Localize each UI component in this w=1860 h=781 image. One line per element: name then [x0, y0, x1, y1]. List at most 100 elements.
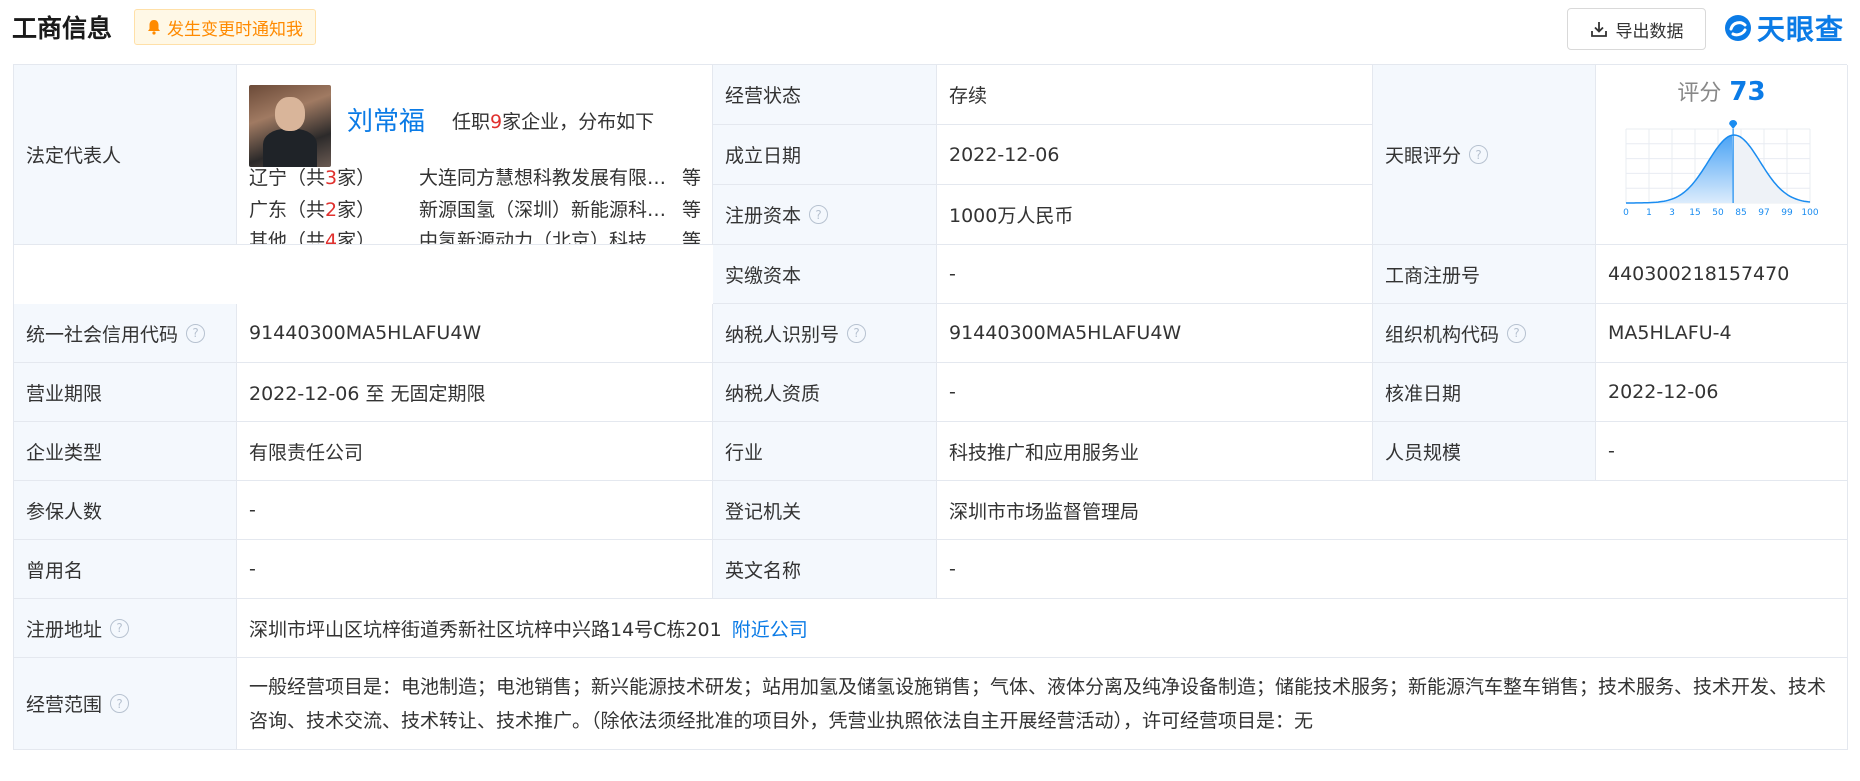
- status-value: 存续: [937, 65, 1373, 125]
- chart-tick-label: 99: [1781, 208, 1793, 218]
- org-code-value: MA5HLAFU-4: [1596, 304, 1848, 363]
- staff-size-value: -: [1596, 422, 1848, 481]
- region-suffix: 家）: [337, 166, 376, 189]
- distribution-row: 广东（共2家） 新源国氢（深圳）新能源科技有限公司 等: [249, 193, 701, 223]
- region-suffix: 家）: [337, 198, 376, 221]
- distribution-row: 辽宁（共3家） 大连同方慧想科教发展有限公司 等: [249, 161, 701, 191]
- insured-value: -: [237, 481, 713, 540]
- distribution-company[interactable]: 大连同方慧想科教发展有限公司: [419, 163, 667, 190]
- former-name-label: 曾用名: [14, 540, 237, 599]
- company-type-value: 有限责任公司: [237, 422, 713, 481]
- founded-value: 2022-12-06: [937, 125, 1373, 185]
- industry-label: 行业: [713, 422, 937, 481]
- address-label-cell: 注册地址 ?: [14, 599, 237, 658]
- legal-rep-cell: 刘常福 任职9家企业，分布如下 辽宁（共3家） 大连同方慧想科教发展有限公司 等…: [237, 65, 713, 245]
- page-header: 工商信息 发生变更时通知我 导出数据 天眼查: [0, 0, 1860, 56]
- nearby-companies-link[interactable]: 附近公司: [732, 615, 808, 642]
- insured-label: 参保人数: [14, 481, 237, 540]
- help-icon[interactable]: ?: [1469, 145, 1489, 164]
- score-cell: 评分 73 0 1 3 15 50 85 97 99 100: [1596, 65, 1848, 245]
- notify-label: 发生变更时通知我: [167, 19, 303, 40]
- credit-code-value: 91440300MA5HLAFU4W: [237, 304, 713, 363]
- region-suffix: 家）: [337, 229, 376, 245]
- export-label: 导出数据: [1615, 21, 1684, 42]
- authority-value: 深圳市市场监督管理局: [937, 481, 1848, 540]
- capital-value: 1000万人民币: [937, 185, 1373, 245]
- reg-no-value: 440300218157470: [1596, 245, 1848, 304]
- legal-rep-name[interactable]: 刘常福: [347, 101, 425, 138]
- tenure-prefix: 任职: [452, 111, 491, 133]
- english-name-value: -: [937, 540, 1848, 599]
- reg-no-label: 工商注册号: [1373, 245, 1596, 304]
- chart-tick-label: 0: [1623, 208, 1629, 218]
- help-icon[interactable]: ?: [809, 205, 829, 224]
- address-label: 注册地址: [26, 618, 103, 641]
- taxpayer-qual-label: 纳税人资质: [713, 363, 937, 422]
- tianyancha-logo: 天眼查: [1723, 8, 1844, 48]
- chart-tick-label: 50: [1712, 208, 1724, 218]
- taxpayer-id-label: 纳税人识别号: [725, 323, 840, 346]
- chart-tick-label: 100: [1801, 208, 1818, 218]
- distribution-company[interactable]: 新源国氢（深圳）新能源科技有限公司: [419, 195, 667, 222]
- scope-label: 经营范围: [26, 694, 103, 716]
- distribution-etc: 等: [681, 229, 701, 245]
- score-caption: 评分: [1677, 81, 1722, 106]
- scope-value: 一般经营项目是：电池制造；电池销售；新兴能源技术研发；站用加氢及储氢设施销售；气…: [237, 658, 1848, 750]
- tenure-count: 9: [490, 111, 503, 133]
- distribution-region: 广东（共2家）: [249, 195, 419, 222]
- export-data-button[interactable]: 导出数据: [1567, 8, 1706, 50]
- chart-tick-label: 3: [1669, 208, 1675, 218]
- distribution-etc: 等: [681, 166, 701, 189]
- notify-button[interactable]: 发生变更时通知我: [134, 9, 316, 45]
- chart-tick-label: 15: [1689, 208, 1700, 218]
- founded-label: 成立日期: [713, 125, 937, 185]
- chart-tick-label: 85: [1735, 208, 1746, 218]
- help-icon[interactable]: ?: [847, 323, 867, 343]
- distribution-region: 辽宁（共3家）: [249, 163, 419, 190]
- taxpayer-id-label-cell: 纳税人识别号 ?: [713, 304, 937, 363]
- status-label: 经营状态: [713, 65, 937, 125]
- credit-code-label-cell: 统一社会信用代码 ?: [14, 304, 237, 363]
- bell-icon: [148, 20, 160, 35]
- region-prefix: 其他（共: [249, 229, 326, 245]
- score-label: 天眼评分: [1385, 145, 1462, 167]
- download-icon: [1590, 22, 1607, 37]
- tenure-summary: 任职9家企业，分布如下: [452, 107, 654, 134]
- avatar[interactable]: [249, 85, 331, 167]
- distribution-region: 其他（共4家）: [249, 226, 419, 245]
- tenure-suffix: 家企业，分布如下: [502, 111, 655, 133]
- score-heading: 评分 73: [1596, 75, 1847, 107]
- chart-tick-label: 97: [1758, 208, 1769, 218]
- term-label: 营业期限: [14, 363, 237, 422]
- address-cell: 深圳市坪山区坑梓街道秀新社区坑梓中兴路14号C栋201 附近公司: [237, 599, 1848, 658]
- region-prefix: 广东（共: [249, 198, 326, 221]
- score-label-cell: 天眼评分 ?: [1373, 65, 1596, 245]
- help-icon[interactable]: ?: [186, 323, 206, 343]
- distribution-row: 其他（共4家） 中氢新源动力（北京）科技有限公司 等: [249, 224, 701, 245]
- term-value: 2022-12-06 至 无固定期限: [237, 363, 713, 422]
- region-count: 2: [325, 198, 338, 221]
- chart-tick-label: 1: [1646, 208, 1652, 218]
- paid-capital-value: -: [937, 245, 1373, 304]
- staff-size-label: 人员规模: [1373, 422, 1596, 481]
- authority-label: 登记机关: [713, 481, 937, 540]
- logo-text: 天眼查: [1757, 13, 1845, 46]
- paid-capital-label: 实缴资本: [713, 245, 937, 304]
- taxpayer-qual-value: -: [937, 363, 1373, 422]
- capital-label-cell: 注册资本 ?: [713, 185, 937, 245]
- region-count: 4: [325, 229, 338, 245]
- credit-code-label: 统一社会信用代码: [26, 323, 179, 346]
- company-type-label: 企业类型: [14, 422, 237, 481]
- chart-score-pin: [1729, 120, 1738, 129]
- distribution-company[interactable]: 中氢新源动力（北京）科技有限公司: [419, 226, 667, 245]
- help-icon[interactable]: ?: [1507, 323, 1527, 343]
- address-value: 深圳市坪山区坑梓街道秀新社区坑梓中兴路14号C栋201: [249, 618, 722, 641]
- score-value: 73: [1729, 77, 1766, 107]
- help-icon[interactable]: ?: [110, 618, 130, 638]
- region-prefix: 辽宁（共: [249, 166, 326, 189]
- industry-value: 科技推广和应用服务业: [937, 422, 1373, 481]
- distribution-etc: 等: [681, 198, 701, 221]
- capital-label: 注册资本: [725, 205, 802, 227]
- help-icon[interactable]: ?: [110, 694, 130, 713]
- business-info-table: 法定代表人 刘常福 任职9家企业，分布如下 辽宁（共3家） 大连同方慧想科教发展…: [13, 64, 1848, 750]
